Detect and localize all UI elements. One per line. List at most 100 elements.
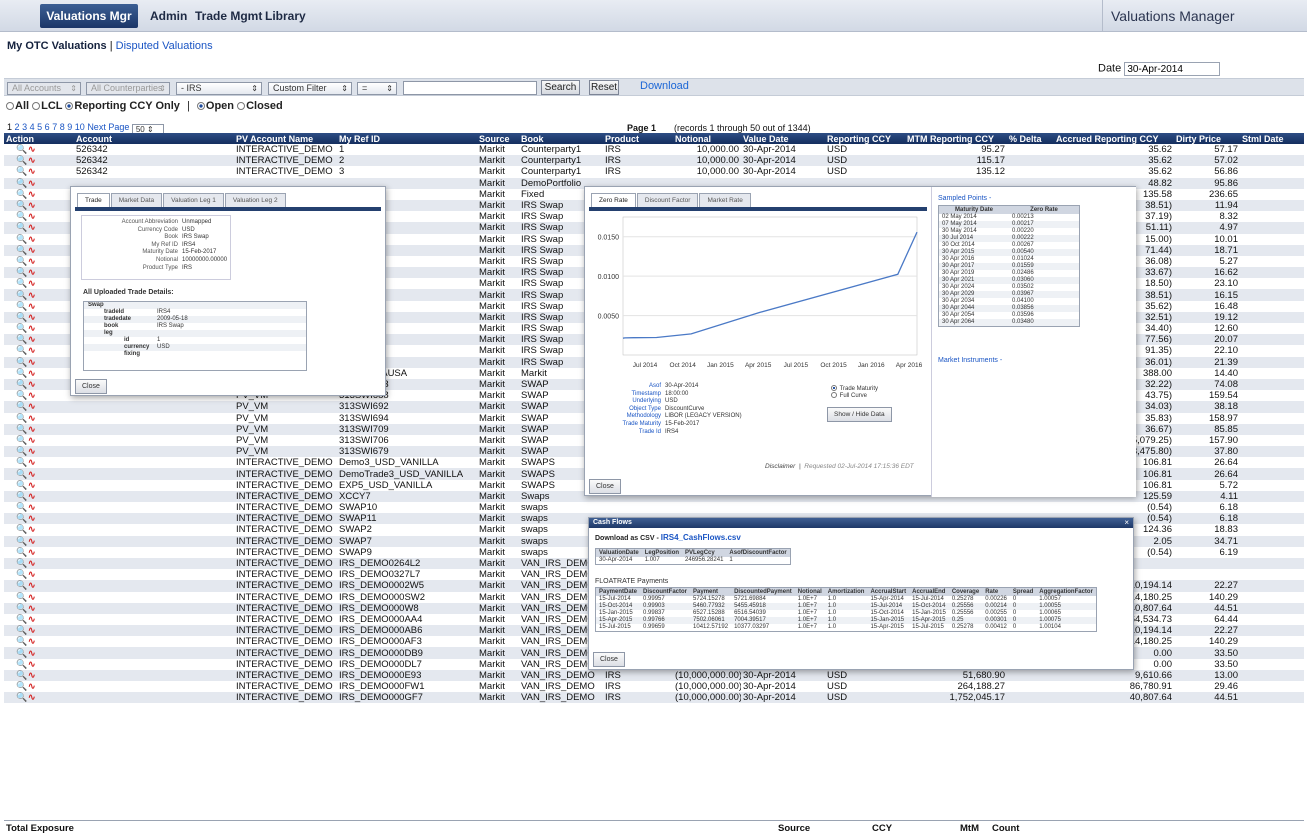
chart-icon[interactable]: ∿ <box>28 659 36 669</box>
chart-icon[interactable]: ∿ <box>28 457 36 467</box>
column-header[interactable]: Reporting CCY <box>825 133 905 144</box>
cash-flows-close-button[interactable]: Close <box>593 652 625 667</box>
view-details-icon[interactable]: 🔍 <box>16 559 27 568</box>
chart-icon[interactable]: ∿ <box>28 446 36 456</box>
chart-icon[interactable]: ∿ <box>28 513 36 523</box>
chart-icon[interactable]: ∿ <box>28 301 36 311</box>
view-details-icon[interactable]: 🔍 <box>16 335 27 344</box>
tab-zero-rate[interactable]: Zero Rate <box>591 193 636 207</box>
view-details-icon[interactable]: 🔍 <box>16 670 27 680</box>
view-details-icon[interactable]: 🔍 <box>16 346 27 355</box>
view-details-icon[interactable]: 🔍 <box>16 637 27 646</box>
chart-icon[interactable]: ∿ <box>28 178 36 188</box>
view-details-icon[interactable]: 🔍 <box>16 469 27 479</box>
view-details-icon[interactable]: 🔍 <box>16 268 27 277</box>
chart-icon[interactable]: ∿ <box>28 323 36 333</box>
counterparties-select[interactable]: All Counterparties ⇕ <box>86 82 170 95</box>
view-details-icon[interactable]: 🔍 <box>16 614 27 624</box>
view-details-icon[interactable]: 🔍 <box>16 178 27 188</box>
page-link[interactable]: 10 <box>75 122 85 132</box>
chart-icon[interactable]: ∿ <box>28 189 36 199</box>
view-details-icon[interactable]: 🔍 <box>16 301 27 311</box>
view-details-icon[interactable]: 🔍 <box>16 201 27 210</box>
chart-icon[interactable]: ∿ <box>28 603 36 613</box>
chart-icon[interactable]: ∿ <box>28 469 36 479</box>
chart-icon[interactable]: ∿ <box>28 681 36 691</box>
view-details-icon[interactable]: 🔍 <box>16 693 27 702</box>
search-button[interactable]: Search <box>541 80 580 95</box>
view-details-icon[interactable]: 🔍 <box>16 145 27 154</box>
radio-trade-maturity[interactable] <box>831 385 837 391</box>
view-details-icon[interactable]: 🔍 <box>16 312 27 322</box>
sampled-points-title[interactable]: Sampled Points - <box>938 195 991 202</box>
page-link[interactable]: 6 <box>45 122 50 132</box>
radio-full-curve[interactable] <box>831 392 837 398</box>
view-details-icon[interactable]: 🔍 <box>16 447 27 456</box>
view-details-icon[interactable]: 🔍 <box>16 648 27 658</box>
view-details-icon[interactable]: 🔍 <box>16 659 27 669</box>
view-details-icon[interactable]: 🔍 <box>16 212 27 221</box>
chart-icon[interactable]: ∿ <box>28 290 36 300</box>
table-row[interactable]: 🔍∿ INTERACTIVE_DEMO IRS_DEMO000FW1 Markit VA… <box>4 681 1304 692</box>
chart-icon[interactable]: ∿ <box>28 222 36 232</box>
view-details-icon[interactable]: 🔍 <box>16 245 27 255</box>
chart-icon[interactable]: ∿ <box>28 413 36 423</box>
table-row[interactable]: 🔍∿ 526342 INTERACTIVE_DEMO 1 Markit Counterpa… <box>4 144 1304 155</box>
tab-disputed-valuations[interactable]: Disputed Valuations <box>116 40 213 52</box>
column-header[interactable]: Source <box>477 133 519 144</box>
chart-icon[interactable]: ∿ <box>28 200 36 210</box>
column-header[interactable]: PV Account Name <box>234 133 337 144</box>
view-details-icon[interactable]: 🔍 <box>16 514 27 523</box>
chart-icon[interactable]: ∿ <box>28 625 36 635</box>
view-details-icon[interactable]: 🔍 <box>16 603 27 613</box>
column-header[interactable]: Notional <box>673 133 741 144</box>
tab-discount-factor[interactable]: Discount Factor <box>636 193 699 207</box>
curve-popup-close-button[interactable]: Close <box>589 479 621 494</box>
view-details-icon[interactable]: 🔍 <box>16 234 27 244</box>
reset-button[interactable]: Reset <box>589 80 619 95</box>
radio-reporting-ccy[interactable] <box>65 102 74 110</box>
column-header[interactable]: Accrued Reporting CCY <box>1054 133 1174 144</box>
tab-my-otc-valuations[interactable]: My OTC Valuations <box>7 40 107 52</box>
view-details-icon[interactable]: 🔍 <box>16 592 27 602</box>
view-details-icon[interactable]: 🔍 <box>16 357 27 367</box>
view-details-icon[interactable]: 🔍 <box>16 279 27 288</box>
accounts-select[interactable]: All Accounts ⇕ <box>7 82 81 95</box>
view-details-icon[interactable]: 🔍 <box>16 167 27 176</box>
chart-icon[interactable]: ∿ <box>28 480 36 490</box>
chart-icon[interactable]: ∿ <box>28 648 36 658</box>
market-instruments-link[interactable]: Market Instruments - <box>938 357 1002 364</box>
table-row[interactable]: 🔍∿ 526342 INTERACTIVE_DEMO 3 Markit Counterpa… <box>4 166 1304 177</box>
view-details-icon[interactable]: 🔍 <box>16 380 27 389</box>
tab-valuation-leg-1[interactable]: Valuation Leg 1 <box>163 193 224 207</box>
view-details-icon[interactable]: 🔍 <box>16 570 27 579</box>
chart-icon[interactable]: ∿ <box>28 312 36 322</box>
view-details-icon[interactable]: 🔍 <box>16 413 27 423</box>
chart-icon[interactable]: ∿ <box>28 502 36 512</box>
chart-icon[interactable]: ∿ <box>28 424 36 434</box>
page-link[interactable]: 3 <box>22 122 27 132</box>
view-details-icon[interactable]: 🔍 <box>16 368 27 378</box>
nav-tab-trade-mgmt[interactable]: Trade Mgmt <box>195 9 262 23</box>
full-curve-option[interactable]: Full Curve <box>831 392 878 399</box>
product-select[interactable]: - IRS ⇕ <box>176 82 262 95</box>
view-details-icon[interactable]: 🔍 <box>16 525 27 534</box>
column-header[interactable]: Account <box>74 133 234 144</box>
download-csv-link[interactable]: IRS4_CashFlows.csv <box>661 533 741 542</box>
page-link[interactable]: 1 <box>7 122 12 132</box>
date-input[interactable] <box>1124 62 1221 76</box>
view-details-icon[interactable]: 🔍 <box>16 626 27 635</box>
chart-icon[interactable]: ∿ <box>28 547 36 557</box>
view-details-icon[interactable]: 🔍 <box>16 581 27 590</box>
view-details-icon[interactable]: 🔍 <box>16 424 27 434</box>
nav-tab-admin[interactable]: Admin <box>150 9 187 23</box>
chart-icon[interactable]: ∿ <box>28 536 36 546</box>
column-header[interactable]: % Delta <box>1007 133 1054 144</box>
trade-popup-close-button[interactable]: Close <box>75 379 107 394</box>
operator-select[interactable]: = ⇕ <box>357 82 397 95</box>
view-details-icon[interactable]: 🔍 <box>16 503 27 512</box>
chart-icon[interactable]: ∿ <box>28 211 36 221</box>
column-header[interactable]: Book <box>519 133 603 144</box>
view-details-icon[interactable]: 🔍 <box>16 402 27 411</box>
chart-icon[interactable]: ∿ <box>28 368 36 378</box>
